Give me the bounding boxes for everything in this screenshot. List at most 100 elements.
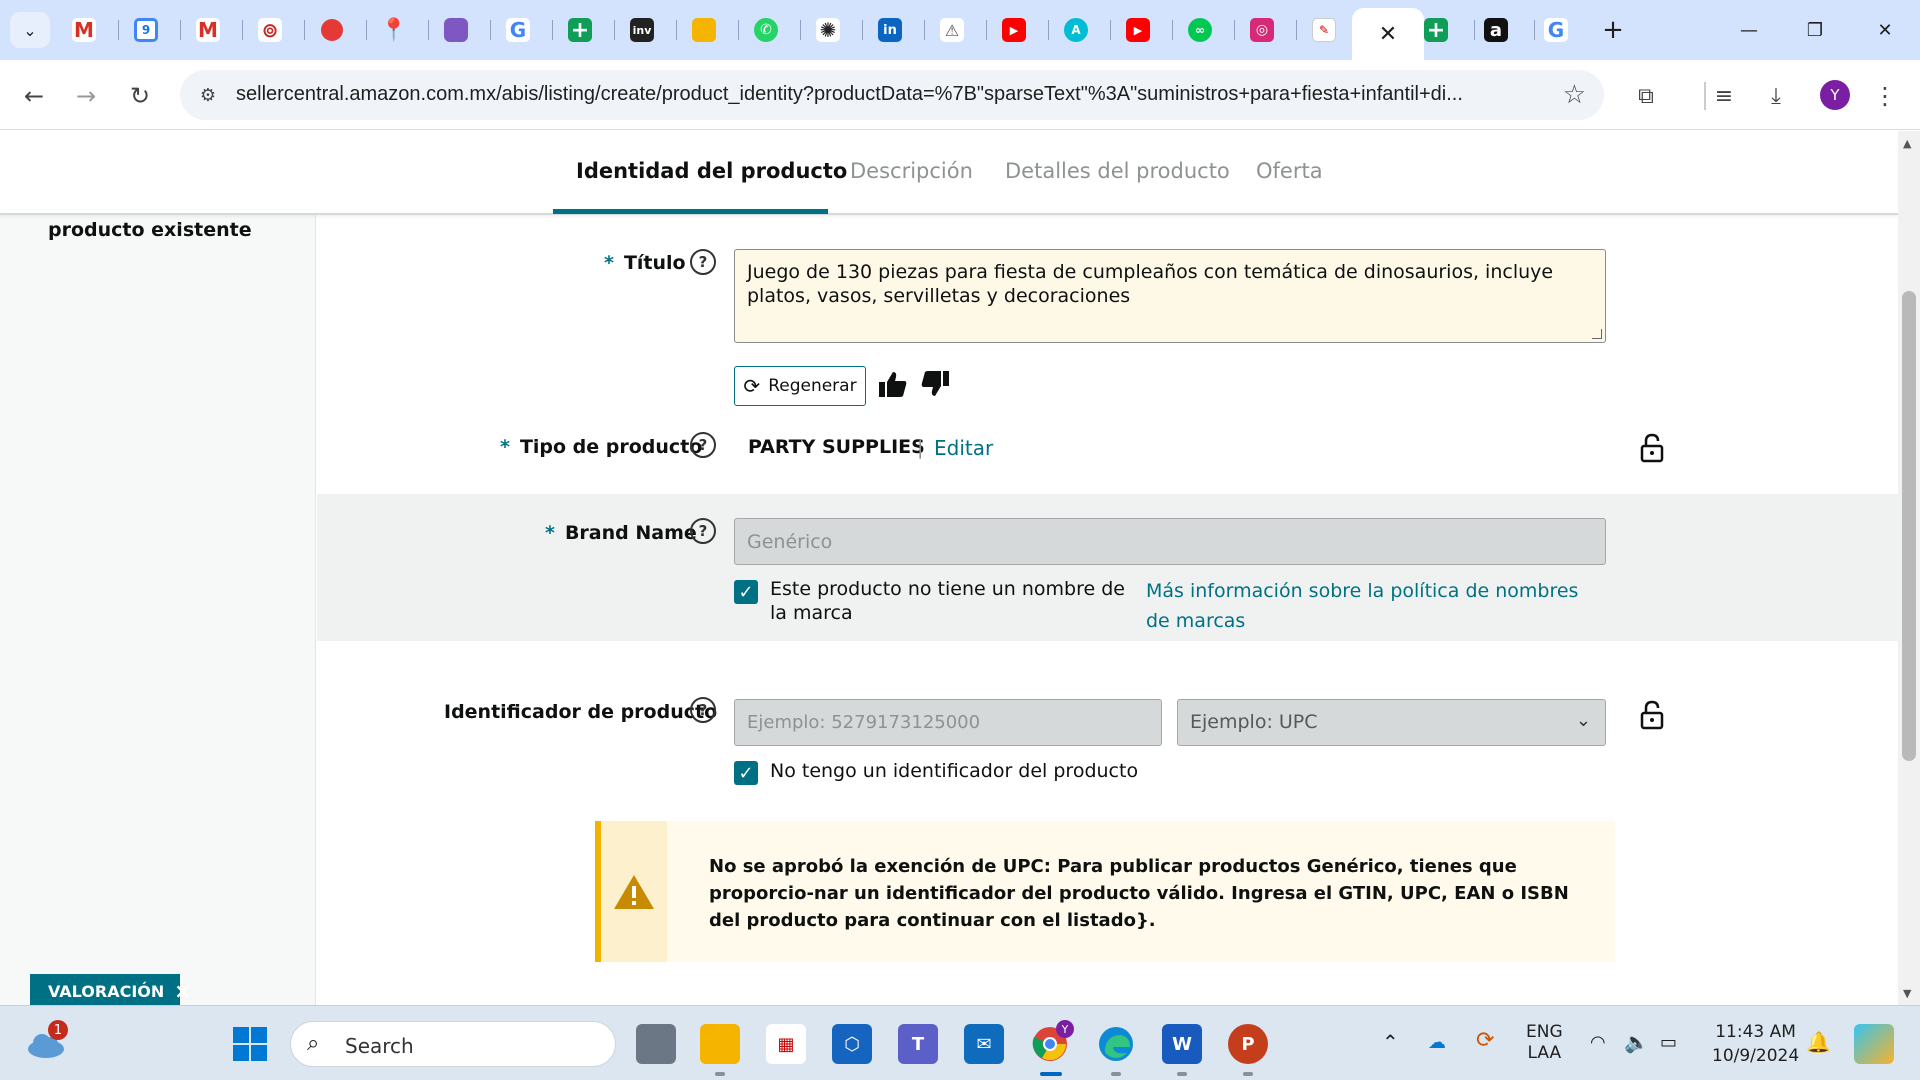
extensions-puzzle-icon[interactable]: ⧉ bbox=[1626, 76, 1666, 116]
tab-document[interactable]: ⚠ bbox=[934, 14, 970, 46]
tab-search-chevron-icon[interactable]: ⌄ bbox=[10, 12, 50, 48]
tab-document-2[interactable]: ✎ bbox=[1306, 14, 1342, 46]
browser-menu-icon[interactable]: ⋮ bbox=[1870, 76, 1900, 116]
slides-icon bbox=[692, 18, 716, 42]
tab-gmail[interactable]: M bbox=[66, 14, 102, 46]
whatsapp-icon: ✆ bbox=[754, 18, 778, 42]
no-brand-checkbox[interactable]: ✓ bbox=[734, 580, 758, 604]
regenerate-button[interactable]: ⟳ Regenerar bbox=[734, 366, 866, 406]
resize-handle-icon[interactable] bbox=[1592, 329, 1602, 339]
media-controls-icon[interactable]: ≡ bbox=[1704, 76, 1744, 116]
downloads-icon[interactable]: ⤓ bbox=[1756, 76, 1796, 116]
feedback-badge[interactable]: VALORACIÓN × bbox=[30, 974, 191, 1005]
microsoft-store-icon[interactable]: ▦ bbox=[766, 1024, 806, 1064]
tab-printer[interactable] bbox=[438, 14, 474, 46]
task-view-icon[interactable] bbox=[636, 1024, 676, 1064]
word-icon[interactable]: W bbox=[1162, 1024, 1202, 1064]
page-scrollbar[interactable]: ▲ ▼ bbox=[1898, 131, 1920, 1005]
tab-app[interactable]: ⊚ bbox=[252, 14, 288, 46]
no-identifier-checkbox-label: No tengo un identificador del producto bbox=[770, 760, 1139, 782]
new-tab-plus-icon[interactable]: + bbox=[1596, 14, 1630, 46]
tab-amazon[interactable]: a bbox=[1478, 14, 1514, 46]
thumbs-up-icon[interactable] bbox=[876, 367, 910, 401]
app-shield-icon[interactable]: ⬡ bbox=[832, 1024, 872, 1064]
url-text[interactable]: sellercentral.amazon.com.mx/abis/listing… bbox=[236, 83, 1536, 106]
product-type-value: PARTY SUPPLIES bbox=[748, 436, 925, 458]
title-value: Juego de 130 piezas para fiesta de cumpl… bbox=[747, 261, 1554, 307]
tab-linkedin[interactable]: in bbox=[872, 14, 908, 46]
bookmark-star-icon[interactable]: ☆ bbox=[1563, 80, 1586, 110]
tab-sheets[interactable]: + bbox=[562, 14, 598, 46]
address-bar[interactable]: ⚙ sellercentral.amazon.com.mx/abis/listi… bbox=[180, 70, 1604, 120]
show-hidden-icons-chevron-icon[interactable]: ⌃ bbox=[1382, 1030, 1399, 1054]
title-textarea[interactable]: Juego de 130 piezas para fiesta de cumpl… bbox=[734, 249, 1606, 343]
outlook-icon[interactable]: ✉ bbox=[964, 1024, 1004, 1064]
tab-whatsapp[interactable]: ✆ bbox=[748, 14, 784, 46]
no-identifier-checkbox[interactable]: ✓ bbox=[734, 761, 758, 785]
tab-instagram[interactable]: ◎ bbox=[1244, 14, 1280, 46]
restore-icon[interactable]: ❐ bbox=[1790, 12, 1840, 48]
tab-maps[interactable]: 📍 bbox=[376, 14, 412, 46]
product-id-type-select[interactable]: Ejemplo: UPC ⌄ bbox=[1177, 699, 1606, 746]
forward-arrow-icon[interactable]: → bbox=[66, 76, 106, 116]
title-help-icon[interactable]: ? bbox=[690, 249, 716, 275]
sync-icon[interactable]: ⟳ bbox=[1476, 1028, 1494, 1053]
edge-icon[interactable] bbox=[1096, 1024, 1136, 1064]
tab-opera[interactable] bbox=[314, 14, 350, 46]
clock[interactable]: 11:43 AM 10/9/2024 bbox=[1712, 1020, 1799, 1068]
notification-bell-icon[interactable]: 🔔 bbox=[1806, 1030, 1831, 1054]
onedrive-icon[interactable]: ☁ bbox=[1428, 1032, 1446, 1053]
tab-youtube-2[interactable]: ▶ bbox=[1120, 14, 1156, 46]
tab-chatgpt[interactable]: ✺ bbox=[810, 14, 846, 46]
feedback-close-icon[interactable]: × bbox=[174, 979, 191, 1003]
reload-icon[interactable]: ↻ bbox=[120, 76, 160, 116]
tab-calendar[interactable]: 9 bbox=[128, 14, 164, 46]
profile-avatar[interactable]: Y bbox=[1820, 80, 1850, 110]
identifier-help-icon[interactable]: ? bbox=[690, 697, 716, 723]
file-explorer-icon[interactable] bbox=[700, 1024, 740, 1064]
windows-start-icon[interactable] bbox=[230, 1024, 270, 1064]
volume-icon[interactable]: 🔈 bbox=[1624, 1030, 1649, 1054]
scrollbar-thumb[interactable] bbox=[1902, 291, 1916, 761]
teams-icon[interactable]: T bbox=[898, 1024, 938, 1064]
step-description[interactable]: Descripción bbox=[850, 159, 973, 183]
taskbar-search-box[interactable]: ⌕ Search bbox=[290, 1021, 616, 1067]
product-type-label-text: Tipo de producto bbox=[519, 436, 703, 458]
copilot-icon[interactable] bbox=[1854, 1024, 1894, 1064]
powerpoint-icon[interactable]: P bbox=[1228, 1024, 1268, 1064]
edit-product-type-link[interactable]: Editar bbox=[934, 436, 993, 460]
minimize-icon[interactable]: — bbox=[1724, 12, 1774, 48]
product-type-help-icon[interactable]: ? bbox=[690, 432, 716, 458]
running-indicator bbox=[1111, 1072, 1121, 1076]
tab-ai[interactable]: A bbox=[1058, 14, 1094, 46]
window-close-icon[interactable]: ✕ bbox=[1860, 12, 1910, 48]
step-product-details[interactable]: Detalles del producto bbox=[1005, 159, 1230, 183]
scroll-up-icon[interactable]: ▲ bbox=[1903, 137, 1911, 150]
tab-gmail-2[interactable]: M bbox=[190, 14, 226, 46]
left-panel-label: producto existente bbox=[48, 219, 252, 241]
brand-help-icon[interactable]: ? bbox=[690, 518, 716, 544]
brand-policy-link[interactable]: Más información sobre la política de nom… bbox=[1146, 576, 1606, 636]
product-id-input[interactable]: Ejemplo: 5279173125000 bbox=[734, 699, 1162, 746]
tab-inv[interactable]: inv bbox=[624, 14, 660, 46]
title-label-text: Título bbox=[623, 252, 686, 274]
tab-separator bbox=[738, 20, 739, 40]
wifi-icon[interactable]: ◠ bbox=[1590, 1032, 1606, 1053]
battery-icon[interactable]: ▭ bbox=[1660, 1032, 1677, 1053]
step-product-identity[interactable]: Identidad del producto bbox=[576, 159, 847, 183]
tab-active-close-icon[interactable]: ✕ bbox=[1352, 8, 1424, 60]
required-mark: * bbox=[545, 522, 555, 544]
tab-google-2[interactable]: G bbox=[1538, 14, 1574, 46]
brand-name-input[interactable]: Genérico bbox=[734, 518, 1606, 565]
tab-google[interactable]: G bbox=[500, 14, 536, 46]
tab-sheets-2[interactable]: + bbox=[1418, 14, 1454, 46]
step-offer[interactable]: Oferta bbox=[1256, 159, 1323, 183]
tab-app-2[interactable]: ∞ bbox=[1182, 14, 1218, 46]
tab-youtube[interactable]: ▶ bbox=[996, 14, 1032, 46]
thumbs-down-icon[interactable] bbox=[918, 367, 952, 401]
back-arrow-icon[interactable]: ← bbox=[14, 76, 54, 116]
language-indicator[interactable]: ENG LAA bbox=[1526, 1022, 1563, 1064]
site-info-icon[interactable]: ⚙ bbox=[196, 83, 220, 107]
tab-slides[interactable] bbox=[686, 14, 722, 46]
scroll-down-icon[interactable]: ▼ bbox=[1903, 987, 1911, 1000]
